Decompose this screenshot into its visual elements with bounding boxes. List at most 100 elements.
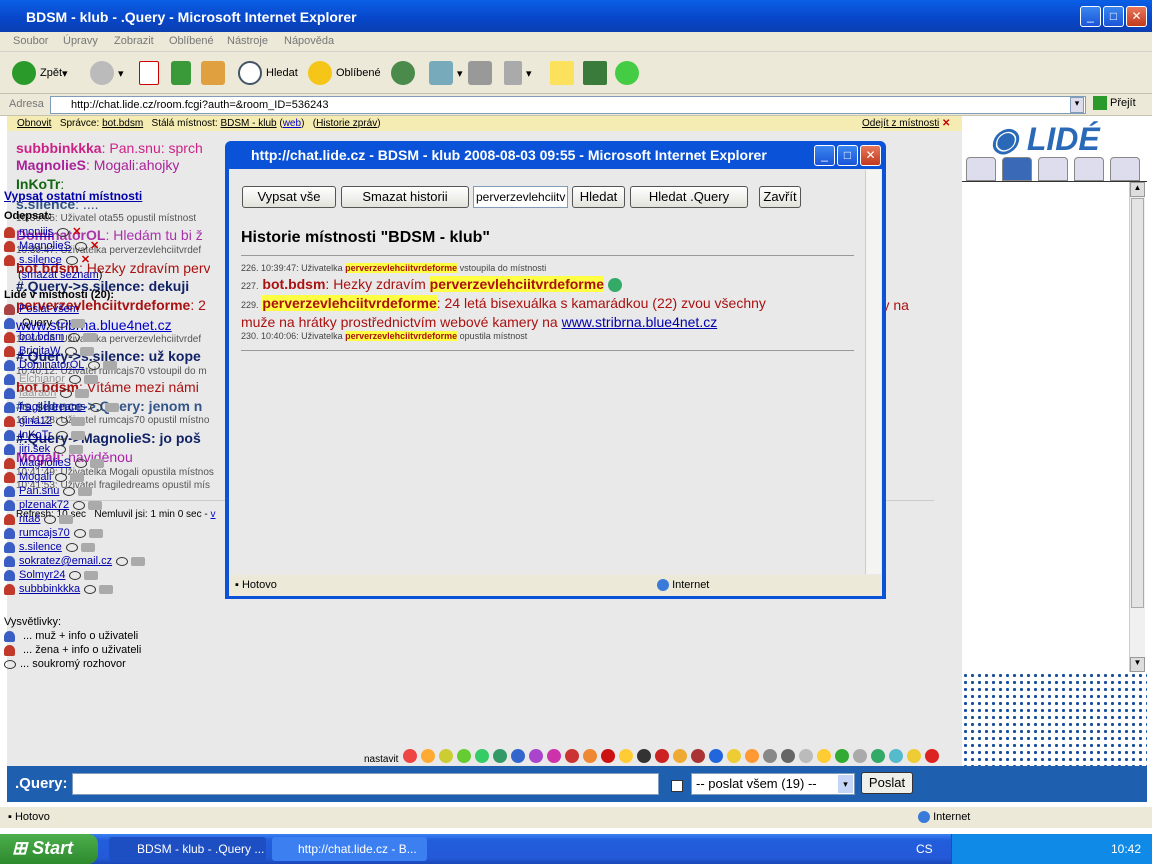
smiley-icon[interactable] xyxy=(871,749,885,763)
mail-button[interactable]: ▾ xyxy=(429,60,463,86)
maximize-button[interactable]: □ xyxy=(1103,6,1124,27)
other-rooms-link[interactable]: Vypsat ostatní místnosti xyxy=(4,189,142,203)
menu-tools[interactable]: Nástroje xyxy=(227,35,268,47)
menu-favorites[interactable]: Oblíbené xyxy=(169,35,214,47)
smiley-icon[interactable] xyxy=(421,749,435,763)
tab-favorites[interactable] xyxy=(1074,157,1104,181)
user-item[interactable]: subbbinkkka xyxy=(4,583,114,595)
user-item[interactable]: InKoTr xyxy=(4,429,85,441)
minimize-button[interactable]: _ xyxy=(1080,6,1101,27)
menu-help[interactable]: Nápověda xyxy=(284,35,334,47)
chat-bubble-icon[interactable] xyxy=(116,556,129,566)
user-item[interactable]: plzenak72 xyxy=(4,499,103,511)
chat-bubble-icon[interactable] xyxy=(68,374,81,384)
camera-icon[interactable] xyxy=(75,388,90,398)
smiley-icon[interactable] xyxy=(925,749,939,763)
camera-icon[interactable] xyxy=(69,444,84,454)
camera-icon[interactable] xyxy=(59,514,74,524)
smiley-icon[interactable] xyxy=(817,749,831,763)
smiley-icon[interactable] xyxy=(565,749,579,763)
chat-bubble-icon[interactable] xyxy=(89,402,102,412)
user-item[interactable]: bot.bdsm xyxy=(4,331,98,343)
smiley-icon[interactable] xyxy=(457,749,471,763)
away-item[interactable]: s.silence ✕ xyxy=(4,253,90,266)
search-query-button[interactable]: Hledat .Query xyxy=(630,186,748,208)
language-indicator[interactable]: CS xyxy=(916,842,933,856)
smiley-icon[interactable] xyxy=(889,749,903,763)
icq-button[interactable] xyxy=(615,60,643,86)
tab-chat[interactable] xyxy=(1110,157,1140,181)
task-button-chat[interactable]: BDSM - klub - .Query ... xyxy=(109,837,266,861)
smiley-icon[interactable] xyxy=(853,749,867,763)
menu-file[interactable]: Soubor xyxy=(13,35,48,47)
smiley-icon[interactable] xyxy=(475,749,489,763)
user-item[interactable]: fragiledreams xyxy=(4,401,119,413)
chat-bubble-icon[interactable] xyxy=(74,458,87,468)
send-all-link[interactable]: Poslat všem xyxy=(4,303,79,315)
remove-x-icon[interactable]: ✕ xyxy=(69,226,81,238)
smiley-settings-label[interactable]: nastavit xyxy=(364,754,398,765)
camera-icon[interactable] xyxy=(78,486,93,496)
user-item[interactable]: rumcajs70 xyxy=(4,527,103,539)
user-item[interactable]: MagnolieS xyxy=(4,457,104,469)
smiley-icon[interactable] xyxy=(763,749,777,763)
recipient-select[interactable]: -- poslat všem (19) -- ▾ xyxy=(691,773,855,795)
smiley-icon[interactable] xyxy=(709,749,723,763)
user-item[interactable]: .Query xyxy=(4,317,86,329)
camera-icon[interactable] xyxy=(99,584,114,594)
web-link[interactable]: web xyxy=(283,118,301,129)
camera-icon[interactable] xyxy=(89,458,104,468)
tab-settings[interactable] xyxy=(1038,157,1068,181)
private-checkbox[interactable] xyxy=(671,780,683,792)
away-item[interactable]: MagnolieS ✕ xyxy=(4,239,99,252)
user-item[interactable]: faaraon xyxy=(4,387,90,399)
smiley-icon[interactable] xyxy=(403,749,417,763)
smiley-icon[interactable] xyxy=(799,749,813,763)
history-button[interactable] xyxy=(391,60,419,86)
refresh-link[interactable]: Obnovit xyxy=(17,118,51,129)
address-input[interactable]: http://chat.lide.cz/room.fcgi?auth=&room… xyxy=(50,96,1086,114)
back-button[interactable]: Zpět ▾ xyxy=(12,60,68,86)
chat-bubble-icon[interactable] xyxy=(69,570,82,580)
chat-bubble-icon[interactable] xyxy=(84,584,97,594)
popup-close-button[interactable]: ✕ xyxy=(860,145,881,166)
admin-link[interactable]: bot.bdsm xyxy=(102,118,143,129)
go-button[interactable]: Přejít xyxy=(1093,96,1136,110)
menu-view[interactable]: Zobrazit xyxy=(114,35,154,47)
refresh-button[interactable] xyxy=(171,60,195,86)
print-button[interactable] xyxy=(468,60,496,86)
user-item[interactable]: Pan.snu xyxy=(4,485,93,497)
favorites-button[interactable]: Oblíbené xyxy=(308,60,381,86)
user-item[interactable]: Elchianor xyxy=(4,373,98,385)
menu-edit[interactable]: Úpravy xyxy=(63,35,98,47)
popup-scrollbar[interactable] xyxy=(865,170,881,574)
camera-icon[interactable] xyxy=(88,500,103,510)
chat-nick[interactable]: MagnolieS xyxy=(16,157,86,173)
edit-button[interactable]: ▾ xyxy=(504,60,532,86)
smiley-icon[interactable] xyxy=(727,749,741,763)
smiley-icon[interactable] xyxy=(673,749,687,763)
forward-button[interactable]: ▾ xyxy=(90,60,124,86)
camera-icon[interactable] xyxy=(83,374,98,384)
chat-bubble-icon[interactable] xyxy=(68,332,81,342)
popup-minimize-button[interactable]: _ xyxy=(814,145,835,166)
message-input[interactable] xyxy=(72,773,659,795)
smiley-icon[interactable] xyxy=(601,749,615,763)
smiley-icon[interactable] xyxy=(439,749,453,763)
chat-bubble-icon[interactable] xyxy=(55,430,68,440)
camera-icon[interactable] xyxy=(71,416,86,426)
show-all-button[interactable]: Vypsat vše xyxy=(242,186,336,208)
refresh-status-link[interactable]: v xyxy=(211,509,216,520)
smiley-icon[interactable] xyxy=(745,749,759,763)
chat-bubble-icon[interactable] xyxy=(65,542,78,552)
user-item[interactable]: rita8 xyxy=(4,513,74,525)
chat-bubble-icon[interactable] xyxy=(73,500,86,510)
chat-nick[interactable]: subbbinkkka xyxy=(16,140,102,156)
chat-bubble-icon[interactable] xyxy=(73,528,86,538)
chat-bubble-icon[interactable] xyxy=(88,360,101,370)
camera-icon[interactable] xyxy=(88,528,103,538)
smiley-icon[interactable] xyxy=(691,749,705,763)
smiley-icon[interactable] xyxy=(781,749,795,763)
smiley-icon[interactable] xyxy=(907,749,921,763)
room-link[interactable]: BDSM - klub xyxy=(220,118,276,129)
